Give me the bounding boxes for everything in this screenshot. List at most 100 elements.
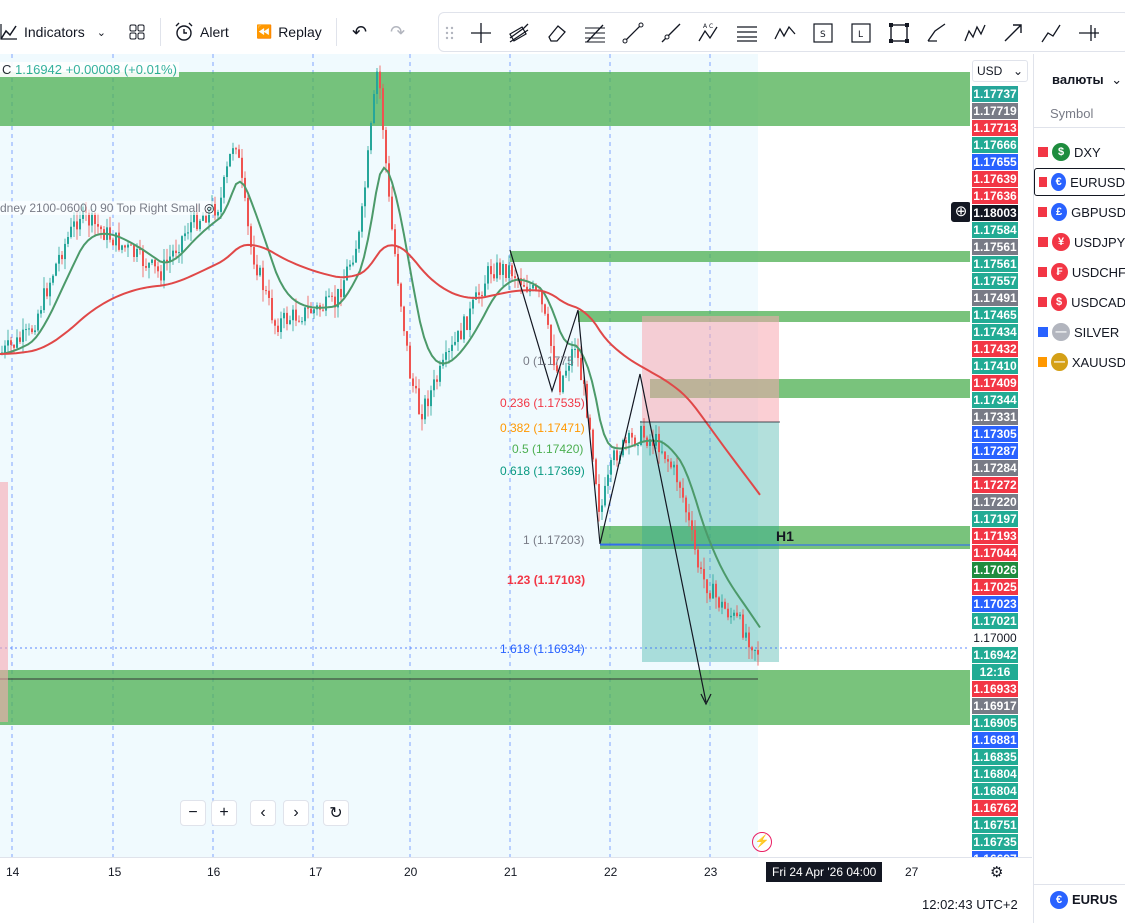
- currency-select[interactable]: USD ⌄: [972, 60, 1028, 82]
- long-position-icon[interactable]: L: [849, 21, 873, 45]
- watchlist-title[interactable]: валюты ⌄: [1052, 72, 1122, 88]
- flag-icon[interactable]: [1038, 267, 1048, 277]
- watchlist-item-gbpusd[interactable]: £ GBPUSD: [1034, 198, 1125, 226]
- candle-body: [478, 292, 480, 296]
- candle-body: [223, 177, 225, 198]
- candle-body: [382, 88, 384, 130]
- price-label: 1.17044: [972, 545, 1018, 561]
- alarm-clock-icon: [175, 22, 193, 41]
- candle-body: [346, 266, 348, 281]
- watchlist-item-xauusd[interactable]: — XAUUSD: [1034, 348, 1125, 376]
- crosshair-icon[interactable]: [469, 21, 493, 45]
- undo-button[interactable]: ↶: [352, 14, 367, 50]
- watchlist-item-silver[interactable]: — SILVER: [1034, 318, 1125, 346]
- short-position-icon[interactable]: S: [811, 21, 835, 45]
- flag-icon[interactable]: [1038, 297, 1047, 307]
- candle-body: [100, 226, 102, 230]
- candle-body: [550, 324, 552, 346]
- redo-button[interactable]: ↷: [390, 14, 405, 50]
- candle-body: [13, 344, 15, 348]
- candle-body: [154, 259, 156, 267]
- flag-icon[interactable]: [1038, 357, 1048, 367]
- time-label: 22: [604, 865, 618, 879]
- ray-icon[interactable]: [659, 21, 683, 45]
- candle-body: [232, 148, 234, 154]
- reset-chart-button[interactable]: ↻: [323, 800, 349, 826]
- watchlist-item-dxy[interactable]: $ DXY: [1034, 138, 1125, 166]
- scroll-left-button[interactable]: ‹: [250, 800, 276, 826]
- watchlist-item-usdcad[interactable]: $ USDCAD: [1034, 288, 1125, 316]
- flag-icon[interactable]: [1038, 207, 1047, 217]
- candle-body: [595, 459, 597, 484]
- watchlist-item-usdjpy[interactable]: ¥ USDJPY: [1034, 228, 1125, 256]
- lightning-icon[interactable]: ⚡: [752, 832, 772, 852]
- flag-icon[interactable]: [1038, 237, 1048, 247]
- selected-symbol-footer[interactable]: € EURUS: [1034, 884, 1125, 914]
- candle-body: [490, 266, 492, 275]
- price-chart[interactable]: [0, 54, 970, 857]
- candle-body: [280, 318, 282, 333]
- chart-pane[interactable]: C 1.16942 +0.00008 (+0.01%) dney 2100-06…: [0, 54, 970, 857]
- drag-handle-icon[interactable]: [443, 21, 457, 45]
- column-header-symbol[interactable]: Symbol: [1034, 106, 1125, 128]
- price-label: 1.17284: [972, 460, 1018, 476]
- eraser-icon[interactable]: [545, 21, 569, 45]
- candle-body: [664, 451, 666, 460]
- indicator-label[interactable]: dney 2100-0600 0 90 Top Right Small ◎: [0, 201, 215, 215]
- price-axis[interactable]: USD ⌄ 1.17737 1.17719 1.17713 1.17666 1.1765…: [970, 54, 1032, 867]
- candle-body: [313, 309, 315, 314]
- parallel-channel-icon[interactable]: [507, 21, 531, 45]
- flag-icon[interactable]: [1038, 147, 1048, 157]
- replay-button[interactable]: ⏪ Replay: [256, 14, 322, 50]
- alert-button[interactable]: Alert: [174, 14, 229, 50]
- zoom-out-button[interactable]: −: [180, 800, 206, 826]
- path-icon[interactable]: [1039, 21, 1063, 45]
- layout-button[interactable]: [128, 14, 146, 50]
- alert-label: Alert: [200, 24, 229, 40]
- measure-icon[interactable]: [1077, 21, 1101, 45]
- gear-icon[interactable]: ⚙: [990, 863, 1003, 881]
- zoom-in-button[interactable]: +: [211, 800, 237, 826]
- candle-body: [358, 231, 360, 249]
- candle-body: [391, 196, 393, 230]
- flag-icon[interactable]: [1038, 327, 1048, 337]
- clock[interactable]: 12:02:43 UTC+2: [922, 897, 1018, 912]
- add-plus-icon[interactable]: ⊕: [951, 202, 970, 222]
- candle-body: [241, 157, 243, 178]
- candle-body: [508, 265, 510, 278]
- pitchfork-icon[interactable]: [735, 21, 759, 45]
- time-label: 27: [905, 865, 919, 879]
- price-label: 1.17636: [972, 188, 1018, 204]
- candle-body: [118, 232, 120, 250]
- watchlist-item-usdchf[interactable]: ₣ USDCHF: [1034, 258, 1125, 286]
- elliott-impulse-icon[interactable]: [963, 21, 987, 45]
- price-label: 1.17639: [972, 171, 1018, 187]
- time-axis[interactable]: 14 15 16 17 20 21 22 23 27 Fri 24 Apr '26 04:00 …: [0, 857, 1032, 887]
- time-label: 20: [404, 865, 418, 879]
- chevron-down-icon: ⌄: [1012, 64, 1023, 78]
- chevron-down-icon: ⌄: [96, 26, 106, 39]
- candle-body: [397, 253, 399, 284]
- fib-retracement-icon[interactable]: [583, 21, 607, 45]
- indicators-button[interactable]: Indicators ⌄: [0, 14, 106, 50]
- elliott-wave-icon[interactable]: [773, 21, 797, 45]
- candle-body: [22, 329, 24, 342]
- brush-icon[interactable]: [925, 21, 949, 45]
- fib-level-1: 1 (1.17203): [523, 533, 585, 547]
- candle-body: [97, 224, 99, 227]
- candle-body: [343, 280, 345, 298]
- hidden-eye-icon[interactable]: ◎: [204, 201, 214, 215]
- refresh-icon: ↻: [329, 805, 343, 822]
- candle-body: [76, 221, 78, 230]
- arrow-icon[interactable]: [1001, 21, 1025, 45]
- rectangle-icon[interactable]: [887, 21, 911, 45]
- candle-body: [757, 649, 759, 655]
- abcd-pattern-icon[interactable]: A C: [697, 21, 721, 45]
- flag-icon[interactable]: [1039, 177, 1048, 187]
- scroll-right-button[interactable]: ›: [283, 800, 309, 826]
- price-label: 1.17561: [972, 256, 1018, 272]
- trend-line-icon[interactable]: [621, 21, 645, 45]
- candle-body: [580, 357, 582, 381]
- candle-body: [625, 440, 627, 444]
- watchlist-item-eurusd[interactable]: € EURUSD: [1034, 168, 1125, 196]
